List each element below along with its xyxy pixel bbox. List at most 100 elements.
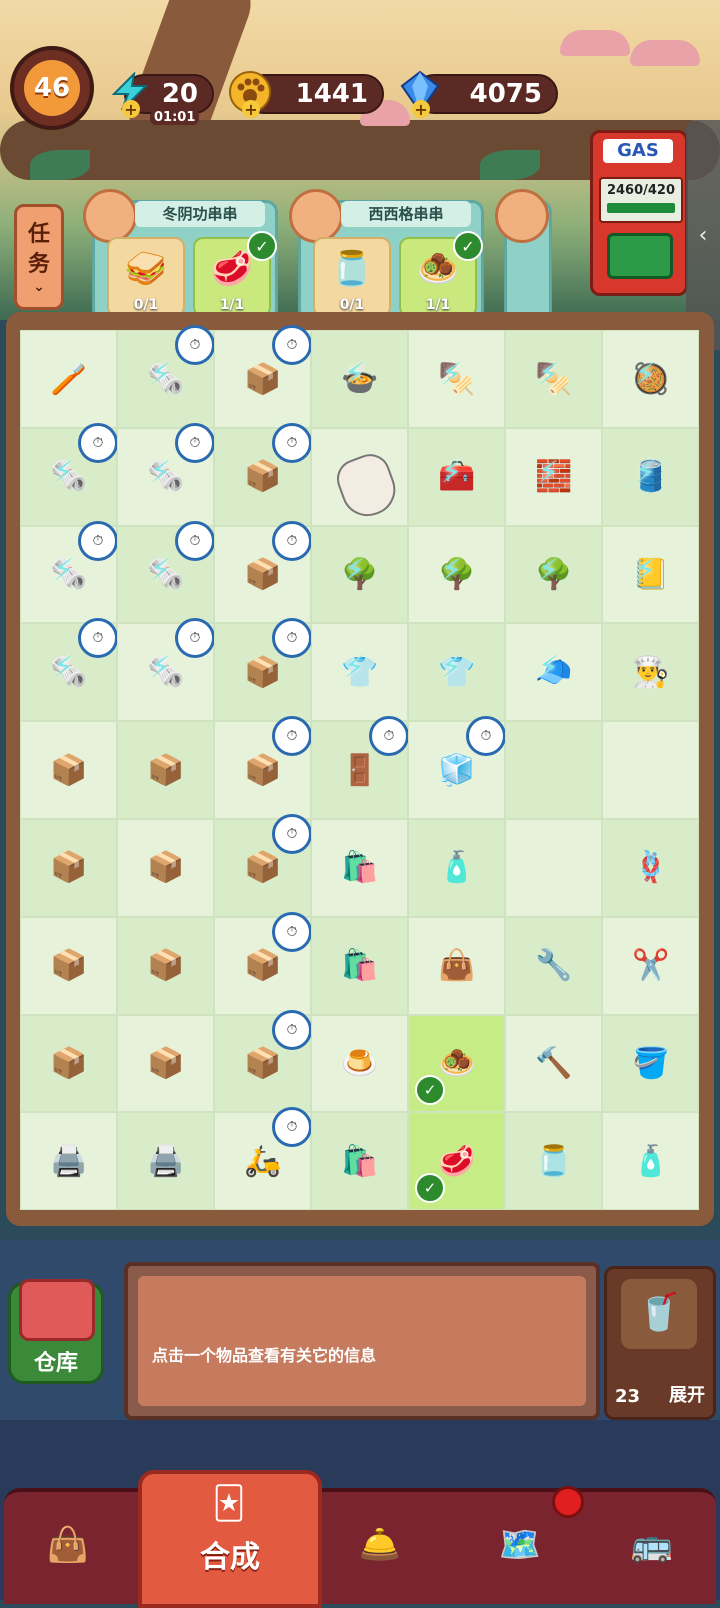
order-requirement[interactable]: 🥩 1/1 ✓: [193, 231, 277, 317]
board-cell[interactable]: 🛍️: [311, 916, 408, 1015]
board-cell[interactable]: 🥩 ✓: [408, 1112, 505, 1211]
board-cell[interactable]: 🗞️ ⚡ ⏱: [117, 422, 215, 526]
board-cell[interactable]: 🧴: [408, 818, 505, 917]
board-cell[interactable]: 🛵 ⏱: [214, 1107, 312, 1211]
board-cell[interactable]: 🧰 ⚡: [408, 427, 505, 526]
board-cell[interactable]: 🗞️ ⚡ ⏱: [20, 618, 118, 722]
board-cell[interactable]: 🛍️: [311, 1112, 408, 1211]
expand-button[interactable]: 展开: [669, 1381, 705, 1407]
board-item-icon[interactable]: 🛍️: [326, 1127, 394, 1195]
board-item-icon[interactable]: 🛍️: [326, 834, 394, 902]
board-cell[interactable]: 📦: [117, 916, 214, 1015]
board-cell[interactable]: [505, 721, 602, 819]
board-cell[interactable]: 👕 ⚡: [311, 623, 408, 722]
board-cell[interactable]: 🧊 ⏱: [408, 716, 506, 819]
board-cell[interactable]: 🛍️: [311, 818, 408, 917]
board-item-icon[interactable]: 🍮: [326, 1030, 394, 1098]
board-cell[interactable]: 🖨️: [117, 1112, 214, 1211]
storage-button[interactable]: 仓库: [8, 1279, 104, 1384]
board-item-icon[interactable]: 🧴: [617, 1127, 685, 1195]
board-cell[interactable]: 🌳 ⚡: [408, 525, 505, 624]
board-cell[interactable]: 📒 ⚡: [602, 525, 699, 624]
board-cell[interactable]: 🚪 ⏱: [311, 716, 409, 819]
board-cell[interactable]: 📦 ⏱: [214, 618, 312, 722]
board-cell[interactable]: 📦 ⏱: [214, 911, 312, 1015]
order-card-partial[interactable]: [495, 189, 552, 322]
coin-plus-icon[interactable]: +: [242, 100, 260, 119]
board-cell[interactable]: 👜: [408, 916, 505, 1015]
board-item-icon[interactable]: 🪥: [35, 345, 103, 413]
board-cell[interactable]: ✂️: [602, 916, 699, 1015]
board-item-icon[interactable]: 📦: [132, 736, 200, 804]
board-cell[interactable]: 📦 ⏱: [214, 813, 312, 917]
board-cell[interactable]: 🧱 ⚡: [505, 427, 602, 526]
board-item-icon[interactable]: 📦: [35, 736, 103, 804]
board-item-icon[interactable]: 🖨️: [35, 1127, 103, 1195]
board-item-icon[interactable]: 🔧: [520, 932, 588, 1000]
board-cell[interactable]: 🗞️ ⚡ ⏱: [20, 520, 118, 624]
coin-counter[interactable]: + 1441: [229, 71, 384, 119]
board-item-icon[interactable]: 🛍️: [326, 932, 394, 1000]
level-badge[interactable]: 46: [10, 46, 94, 130]
board-cell[interactable]: 📦: [20, 1014, 117, 1113]
board-cell[interactable]: 🪢: [602, 818, 699, 917]
board-cell[interactable]: 🔨: [505, 1014, 602, 1113]
order-card[interactable]: 冬阴功串串 🥪 0/1 🥩 1/1 ✓: [83, 189, 278, 322]
board-cell[interactable]: 📦 ⏱: [214, 422, 312, 526]
nav-map-button[interactable]: 🗺️: [470, 1500, 570, 1590]
board-item-icon[interactable]: 👜: [423, 932, 491, 1000]
board-cell[interactable]: 🗞️ ⚡ ⏱: [117, 520, 215, 624]
board-cell[interactable]: 🫙: [505, 1112, 602, 1211]
board-cell[interactable]: 📦: [20, 721, 117, 819]
board-cell[interactable]: 🧴: [602, 1112, 699, 1211]
nav-kitchen-button[interactable]: 🛎️: [330, 1500, 430, 1590]
board-cell[interactable]: 👨‍🍳: [602, 623, 699, 722]
board-item-icon[interactable]: ✂️: [617, 932, 685, 1000]
board-cell[interactable]: 📦: [117, 721, 214, 819]
board-cell[interactable]: 📦 ⏱: [214, 325, 312, 428]
board-cell[interactable]: 📦: [117, 1014, 214, 1113]
board-item-icon[interactable]: 🧴: [423, 834, 491, 902]
order-requirement[interactable]: 🥪 0/1: [107, 237, 185, 317]
order-card[interactable]: 西西格串串 🫙 0/1 🧆 1/1 ✓: [289, 189, 484, 322]
board-cell[interactable]: 🌳 ⚡: [505, 525, 602, 624]
board-cell[interactable]: 📦: [20, 916, 117, 1015]
board-item-icon[interactable]: 🖨️: [132, 1127, 200, 1195]
board-cell[interactable]: 👕 ⚡: [408, 623, 505, 722]
board-cell[interactable]: 🍢 ⚡: [505, 330, 602, 428]
board-cell[interactable]: 🍲 ⚡: [311, 330, 408, 428]
board-item-icon[interactable]: 👨‍🍳: [617, 638, 685, 706]
board-item-icon[interactable]: 📦: [35, 1030, 103, 1098]
nav-shop-button[interactable]: 👜: [18, 1500, 118, 1590]
inventory-bag[interactable]: 🥤 23 展开: [604, 1266, 716, 1420]
board-cell[interactable]: 🍢 ⚡: [408, 330, 505, 428]
board-item-icon[interactable]: 📦: [35, 834, 103, 902]
energy-plus-icon[interactable]: +: [122, 100, 140, 119]
order-requirement[interactable]: 🧆 1/1 ✓: [399, 231, 483, 317]
board-cell[interactable]: 📦 ⏱: [214, 1009, 312, 1113]
nav-bus-button[interactable]: 🚌: [602, 1500, 702, 1590]
task-button[interactable]: 任 务 ⌄: [14, 204, 64, 310]
board-item-icon[interactable]: 🔨: [520, 1030, 588, 1098]
nav-craft-button[interactable]: 🃏 合成: [138, 1470, 322, 1608]
gas-refill-button[interactable]: [607, 233, 673, 279]
board-cell[interactable]: 🗞️ ⚡ ⏱: [117, 325, 215, 428]
board-cell[interactable]: 🔧: [505, 916, 602, 1015]
board-cell[interactable]: 🖨️: [20, 1112, 117, 1211]
board-cell[interactable]: 🧢 ⚡: [505, 623, 602, 722]
gem-plus-icon[interactable]: +: [412, 100, 430, 119]
board-cell[interactable]: 🪣: [602, 1014, 699, 1113]
board-cell[interactable]: 🗞️ ⚡ ⏱: [117, 618, 215, 722]
gem-counter[interactable]: + 4075: [400, 70, 558, 119]
board-cell[interactable]: 🪥: [20, 330, 117, 428]
board-item-icon[interactable]: 🪣: [617, 1030, 685, 1098]
board-cell[interactable]: 🥘 ⚡: [602, 330, 699, 428]
board-item-icon[interactable]: 📦: [132, 932, 200, 1000]
board-cell[interactable]: 🗞️ ⚡ ⏱: [20, 422, 118, 526]
board-cell[interactable]: 📦 ⏱: [214, 520, 312, 624]
board-cell[interactable]: 🍮: [311, 1014, 408, 1113]
board-item-icon[interactable]: 🫙: [520, 1127, 588, 1195]
board-cell[interactable]: 📦 ⏱: [214, 716, 312, 819]
board-item-icon[interactable]: 📦: [132, 834, 200, 902]
board-cell[interactable]: [505, 818, 602, 917]
